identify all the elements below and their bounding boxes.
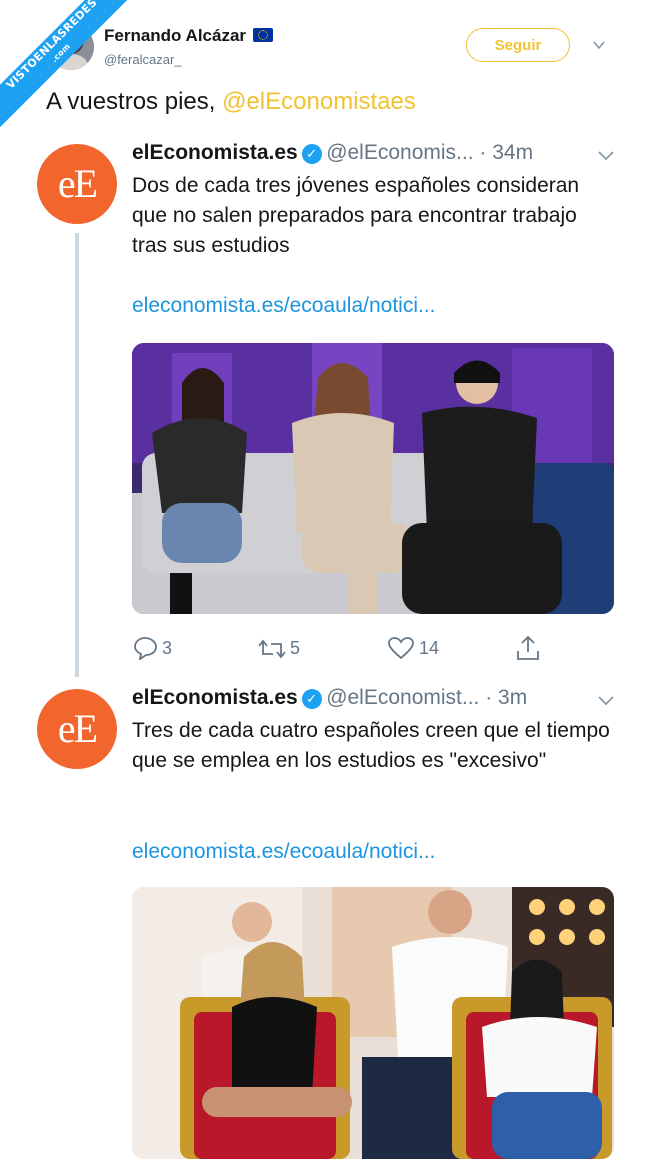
quoted-author-name[interactable]: elEconomista.es [132,686,298,709]
follow-button[interactable]: Seguir [466,28,570,62]
eleconomista-logo[interactable]: eE [37,689,117,769]
thread-connector [75,233,79,677]
quoted-tweet-link[interactable]: eleconomista.es/ecoaula/notici... [132,840,436,864]
quoted-tweet-header: elEconomista.es ✓ @elEconomist... · 3m [132,686,527,710]
reply-icon[interactable] [133,636,159,660]
quoted-tweet-text: Dos de cada tres jóvenes españoles consi… [132,174,580,257]
quoted-handle-time[interactable]: @elEconomist... · 3m [326,686,527,709]
share-icon[interactable] [514,634,542,662]
quoted-handle-time[interactable]: @elEconomis... · 34m [326,141,533,164]
eu-flag-icon [252,28,273,42]
quoted-tweet-header: elEconomista.es ✓ @elEconomis... · 34m [132,141,533,165]
eleconomista-logo[interactable]: eE [37,144,117,224]
reply-count: 3 [162,638,173,658]
verified-badge-icon: ✓ [301,689,322,709]
watermark-ribbon: VISTOENLASREDES .com [0,0,140,140]
chevron-down-icon[interactable] [598,151,614,161]
tweet-photo-2[interactable] [132,887,614,1159]
retweet-icon[interactable] [257,638,287,660]
quoted-tweet-link[interactable]: eleconomista.es/ecoaula/notici... [132,294,436,318]
chevron-down-icon[interactable] [592,38,606,52]
mention-link[interactable]: @elEconomistaes [222,88,416,115]
quoted-author-name[interactable]: elEconomista.es [132,141,298,164]
like-count: 14 [419,638,440,658]
like-icon[interactable] [387,636,415,660]
tweet-photo-1[interactable] [132,343,614,614]
quoted-tweet-text: Tres de cada cuatro españoles creen que … [132,719,610,772]
verified-badge-icon: ✓ [301,144,322,164]
chevron-down-icon[interactable] [598,696,614,706]
retweet-count: 5 [290,638,301,658]
watermark-text: VISTOENLASREDES [3,0,100,92]
